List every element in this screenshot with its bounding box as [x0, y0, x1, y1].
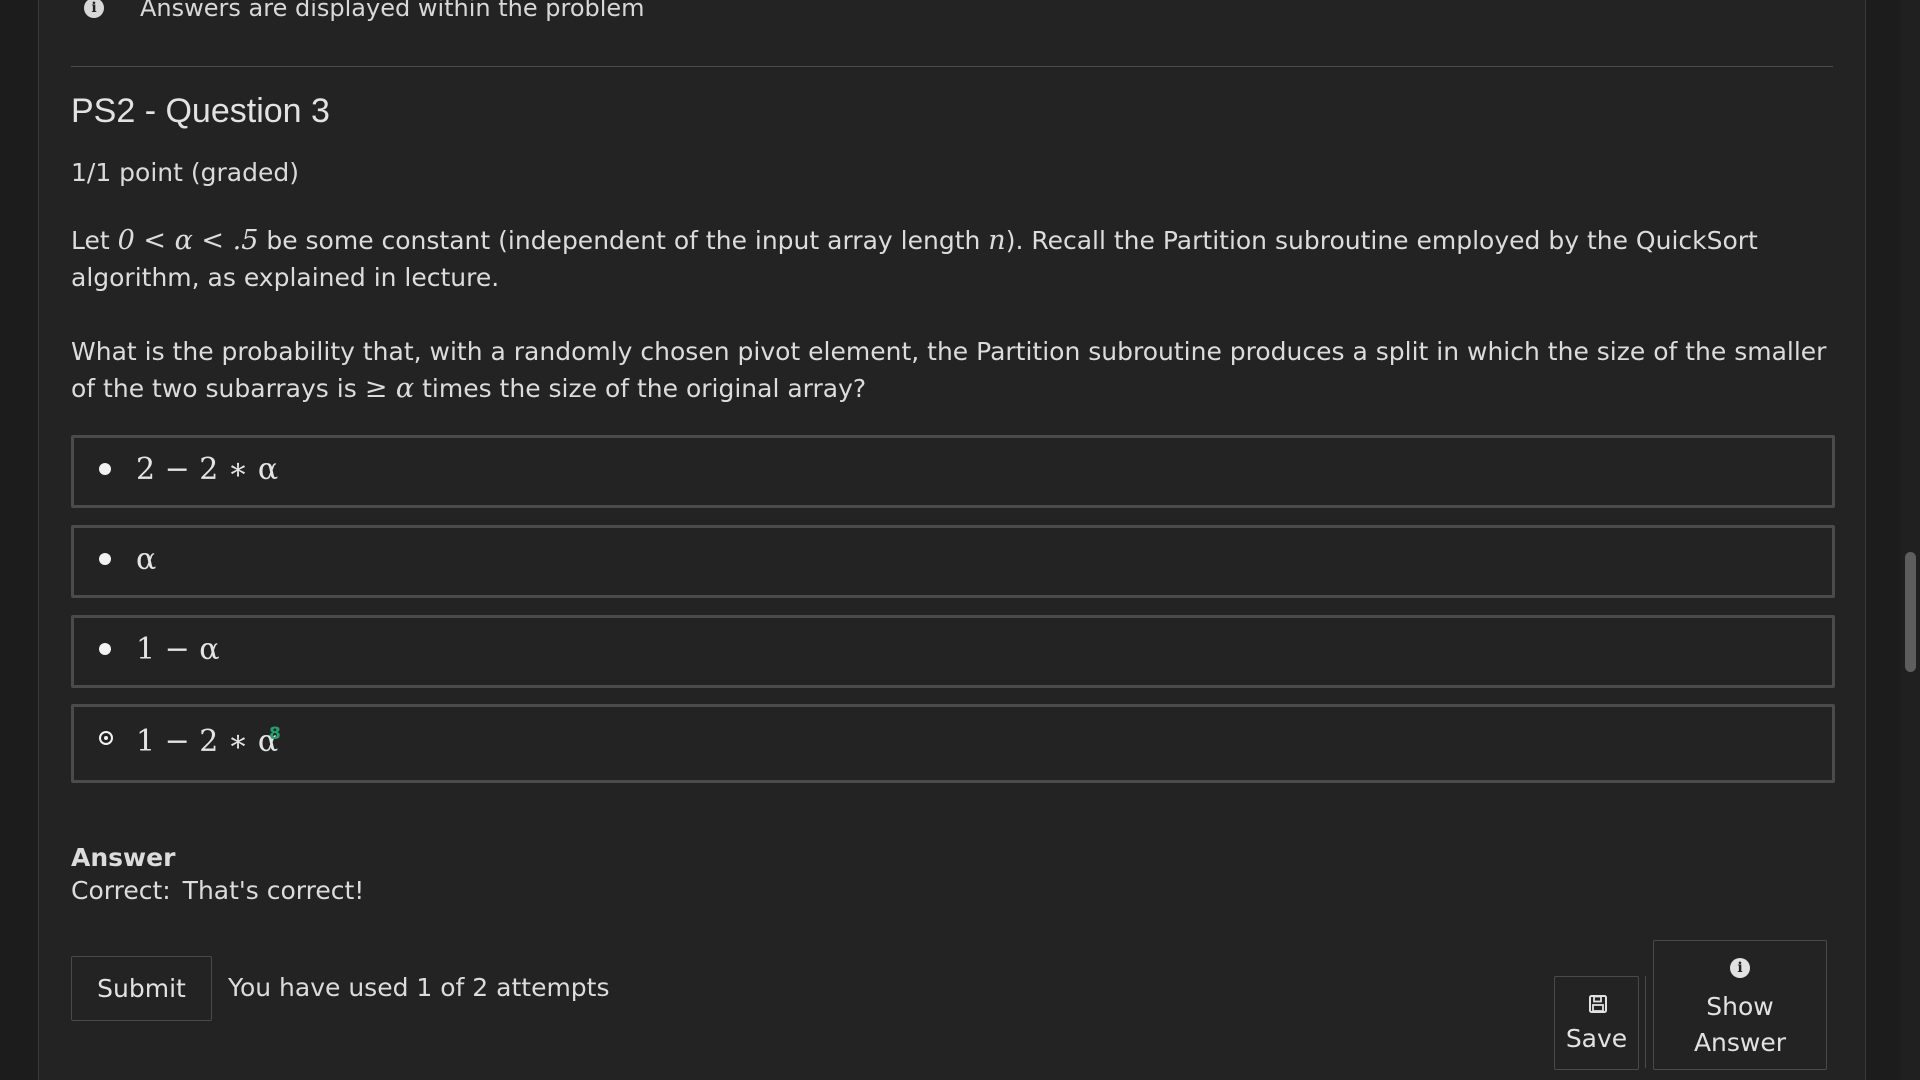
- info-icon: i: [84, 0, 104, 18]
- answer-feedback: Correct: That's correct!: [71, 876, 376, 905]
- choice-option[interactable]: α: [71, 525, 1835, 598]
- choice-option-selected[interactable]: 1 − 2 ∗ α 8: [71, 704, 1835, 783]
- show-answer-line1: Show: [1706, 992, 1774, 1021]
- attempts-text: You have used 1 of 2 attempts: [228, 973, 610, 1002]
- choice-option[interactable]: 1 − α: [71, 615, 1835, 688]
- divider: [71, 66, 1833, 67]
- question-text: What is the probability that, with a ran…: [71, 337, 1827, 403]
- correct-marker: 8: [269, 724, 281, 744]
- scrollbar[interactable]: [1901, 0, 1920, 1080]
- choice-label: 1 − α: [136, 632, 220, 667]
- problem-question: What is the probability that, with a ran…: [71, 333, 1831, 407]
- radio-button[interactable]: [99, 553, 111, 565]
- statement-text: Let: [71, 226, 118, 255]
- answers-notice: i Answers are displayed within the probl…: [84, 0, 645, 24]
- right-gutter: [1865, 0, 1902, 1080]
- info-icon: i: [1730, 958, 1750, 978]
- left-sidebar-edge: [0, 0, 39, 1080]
- question-text: times the size of the original array?: [414, 374, 867, 403]
- choice-label: 1 − 2 ∗ α: [136, 724, 279, 759]
- radio-button[interactable]: [99, 643, 111, 655]
- radio-button-selected[interactable]: [99, 731, 113, 745]
- math-n: n: [988, 225, 1006, 256]
- submit-button[interactable]: Submit: [71, 956, 212, 1021]
- save-button[interactable]: Save: [1554, 976, 1639, 1070]
- choice-label: 2 − 2 ∗ α: [136, 452, 279, 487]
- button-separator: [1645, 976, 1646, 1068]
- problem-statement: Let 0 < α < .5 be some constant (indepen…: [71, 222, 1831, 296]
- save-label: Save: [1565, 1024, 1628, 1053]
- answers-notice-text: Answers are displayed within the problem: [140, 0, 645, 22]
- answer-message: That's correct!: [182, 876, 365, 905]
- statement-text: be some constant (independent of the inp…: [258, 226, 989, 255]
- save-icon: [1589, 995, 1607, 1013]
- scrollbar-thumb[interactable]: [1905, 552, 1916, 672]
- answer-status: Correct:: [71, 876, 171, 905]
- problem-points: 1/1 point (graded): [71, 158, 299, 187]
- show-answer-line2: Answer: [1693, 1028, 1787, 1057]
- radio-button[interactable]: [99, 463, 111, 475]
- choice-label: α: [136, 542, 157, 577]
- problem-title: PS2 - Question 3: [71, 92, 330, 130]
- math-alpha-range: 0 < α < .5: [117, 225, 259, 256]
- math-geq-alpha: ≥ α: [364, 373, 415, 404]
- choice-option[interactable]: 2 − 2 ∗ α: [71, 435, 1835, 508]
- show-answer-label: Show Answer: [1654, 989, 1826, 1061]
- answer-heading: Answer: [71, 843, 176, 872]
- show-answer-button[interactable]: i Show Answer: [1653, 940, 1827, 1070]
